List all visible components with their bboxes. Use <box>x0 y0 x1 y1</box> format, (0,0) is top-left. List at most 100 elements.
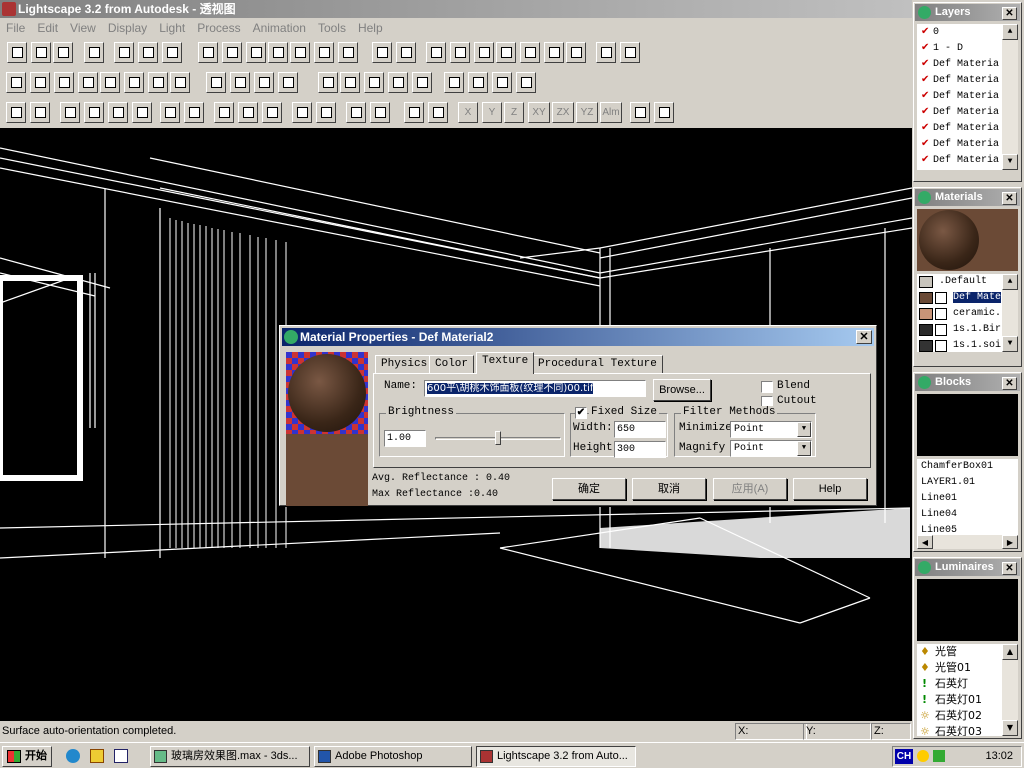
luminaires-scrollbar[interactable]: ▲ ▼ <box>1002 644 1018 736</box>
tool-icon[interactable] <box>314 42 334 63</box>
tool-icon[interactable] <box>364 72 384 93</box>
apply-button[interactable]: 应用(A) <box>713 478 787 500</box>
tool-icon[interactable] <box>468 72 488 93</box>
tool-icon[interactable] <box>222 42 242 63</box>
tool-icon[interactable] <box>31 42 51 63</box>
tool-icon[interactable] <box>230 72 250 93</box>
task-photoshop[interactable]: Adobe Photoshop <box>314 746 472 767</box>
tool-icon[interactable] <box>198 42 218 63</box>
block-row[interactable]: ChamferBox01 <box>917 459 1018 475</box>
menu-display[interactable]: Display <box>102 18 153 35</box>
axis-alm-button[interactable]: Alm <box>600 102 622 123</box>
tool-icon[interactable] <box>450 42 470 63</box>
magnify-select[interactable]: Point ▼ <box>730 440 812 457</box>
tool-icon[interactable] <box>30 102 50 123</box>
tool-icon[interactable] <box>278 72 298 93</box>
tool-icon[interactable] <box>404 102 424 123</box>
texture-name-field[interactable]: 600平\胡桃木饰面板(纹理不同)00.tif <box>424 380 646 397</box>
help-button[interactable]: Help <box>793 478 867 500</box>
luminaires-close-button[interactable]: ✕ <box>1002 562 1017 575</box>
scroll-up-icon[interactable]: ▲ <box>1002 274 1018 290</box>
tool-icon[interactable] <box>318 72 338 93</box>
tool-icon[interactable] <box>544 42 564 63</box>
tool-icon[interactable] <box>184 102 204 123</box>
tab-procedural-texture[interactable]: Procedural Texture <box>532 355 663 373</box>
height-field[interactable]: 300 <box>614 441 666 458</box>
tool-icon[interactable] <box>340 72 360 93</box>
task-lightscape[interactable]: Lightscape 3.2 from Auto... <box>476 746 636 767</box>
tool-icon[interactable] <box>6 102 26 123</box>
tool-icon[interactable] <box>132 102 152 123</box>
tool-icon[interactable] <box>372 42 392 63</box>
tool-icon[interactable] <box>53 42 73 63</box>
chevron-down-icon[interactable]: ▼ <box>797 441 811 456</box>
axis-y-button[interactable]: Y <box>482 102 502 123</box>
tool-icon[interactable] <box>370 102 390 123</box>
start-button[interactable]: 开始 <box>2 746 52 767</box>
tool-icon[interactable] <box>60 102 80 123</box>
tool-icon[interactable] <box>138 42 158 63</box>
scroll-left-icon[interactable]: ◀ <box>917 535 933 549</box>
browse-button[interactable]: Browse... <box>653 379 711 401</box>
menu-view[interactable]: View <box>64 18 102 35</box>
menu-process[interactable]: Process <box>191 18 246 35</box>
tab-physics[interactable]: Physics <box>375 355 434 373</box>
axis-xy-button[interactable]: XY <box>528 102 550 123</box>
tool-icon[interactable] <box>496 42 516 63</box>
axis-zx-button[interactable]: ZX <box>552 102 574 123</box>
tool-icon[interactable] <box>254 72 274 93</box>
tab-texture[interactable]: Texture <box>476 352 535 374</box>
tool-icon[interactable] <box>84 42 104 63</box>
tool-icon[interactable] <box>206 72 226 93</box>
tool-icon[interactable] <box>246 42 266 63</box>
scroll-down-icon[interactable]: ▼ <box>1002 154 1018 170</box>
ie-icon[interactable] <box>66 749 80 763</box>
tool-icon[interactable] <box>316 102 336 123</box>
tool-icon[interactable] <box>338 42 358 63</box>
tool-icon[interactable] <box>426 42 446 63</box>
layers-scrollbar[interactable]: ▲ ▼ <box>1002 24 1018 170</box>
tool-icon[interactable] <box>520 42 540 63</box>
tool-icon[interactable] <box>170 72 190 93</box>
menu-edit[interactable]: Edit <box>31 18 64 35</box>
scroll-right-icon[interactable]: ▶ <box>1002 535 1018 549</box>
tool-icon[interactable] <box>214 102 234 123</box>
minimize-select[interactable]: Point ▼ <box>730 421 812 438</box>
language-indicator[interactable]: CH <box>895 749 913 764</box>
tool-icon[interactable] <box>412 72 432 93</box>
menu-tools[interactable]: Tools <box>312 18 352 35</box>
scroll-up-icon[interactable]: ▲ <box>1002 644 1018 660</box>
tool-icon[interactable] <box>7 42 27 63</box>
tool-icon[interactable] <box>396 42 416 63</box>
scroll-down-icon[interactable]: ▼ <box>1002 336 1018 352</box>
tool-icon[interactable] <box>654 102 674 123</box>
tool-icon[interactable] <box>292 102 312 123</box>
ime-icon[interactable] <box>917 750 929 762</box>
axis-x-button[interactable]: X <box>458 102 478 123</box>
tool-icon[interactable] <box>162 42 182 63</box>
desktop-icon[interactable] <box>114 749 128 763</box>
axis-yz-button[interactable]: YZ <box>576 102 598 123</box>
tool-icon[interactable] <box>492 72 512 93</box>
tool-icon[interactable] <box>100 72 120 93</box>
tool-icon[interactable] <box>84 102 104 123</box>
outlook-icon[interactable] <box>90 749 104 763</box>
fixed-size-checkbox[interactable]: ✔ <box>575 407 587 419</box>
materials-close-button[interactable]: ✕ <box>1002 192 1017 205</box>
menu-help[interactable]: Help <box>352 18 389 35</box>
tool-icon[interactable] <box>268 42 288 63</box>
blocks-hscrollbar[interactable]: ◀ ▶ <box>917 535 1018 549</box>
width-field[interactable]: 650 <box>614 421 666 438</box>
menu-file[interactable]: File <box>0 18 31 35</box>
tool-icon[interactable] <box>630 102 650 123</box>
blocks-close-button[interactable]: ✕ <box>1002 377 1017 390</box>
dialog-close-button[interactable]: ✕ <box>856 330 872 344</box>
tab-color[interactable]: Color <box>429 355 475 373</box>
tool-icon[interactable] <box>114 42 134 63</box>
tool-icon[interactable] <box>444 72 464 93</box>
tool-icon[interactable] <box>428 102 448 123</box>
brightness-slider[interactable] <box>495 431 501 445</box>
cancel-button[interactable]: 取消 <box>632 478 706 500</box>
tool-icon[interactable] <box>148 72 168 93</box>
tool-icon[interactable] <box>262 102 282 123</box>
